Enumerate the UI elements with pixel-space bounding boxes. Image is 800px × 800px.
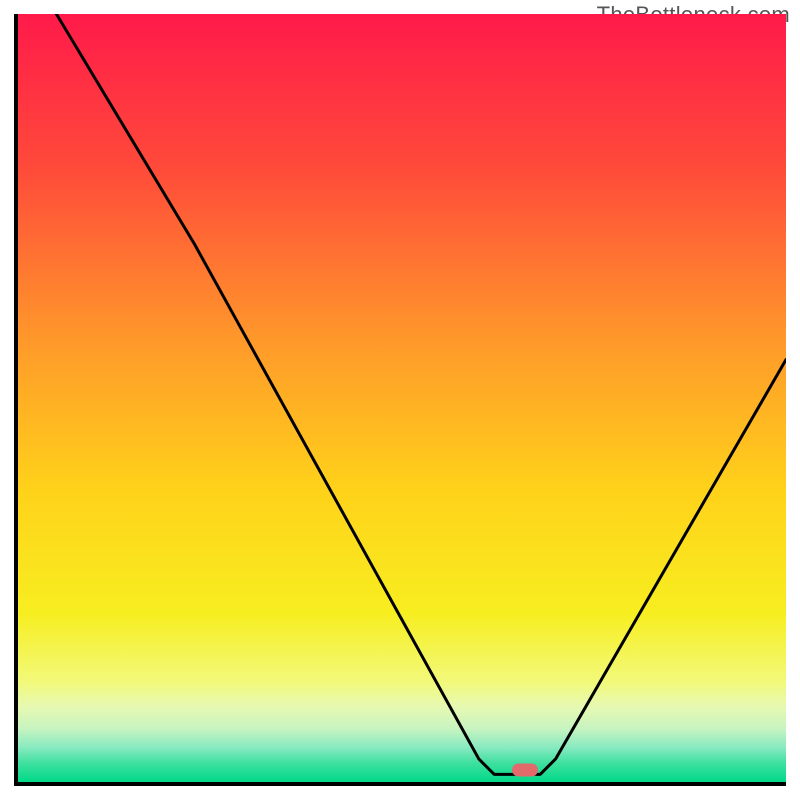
optimal-point-marker xyxy=(512,764,538,777)
background-gradient xyxy=(18,14,786,782)
bottleneck-chart: TheBottleneck.com xyxy=(0,0,800,800)
plot-area xyxy=(14,14,786,786)
